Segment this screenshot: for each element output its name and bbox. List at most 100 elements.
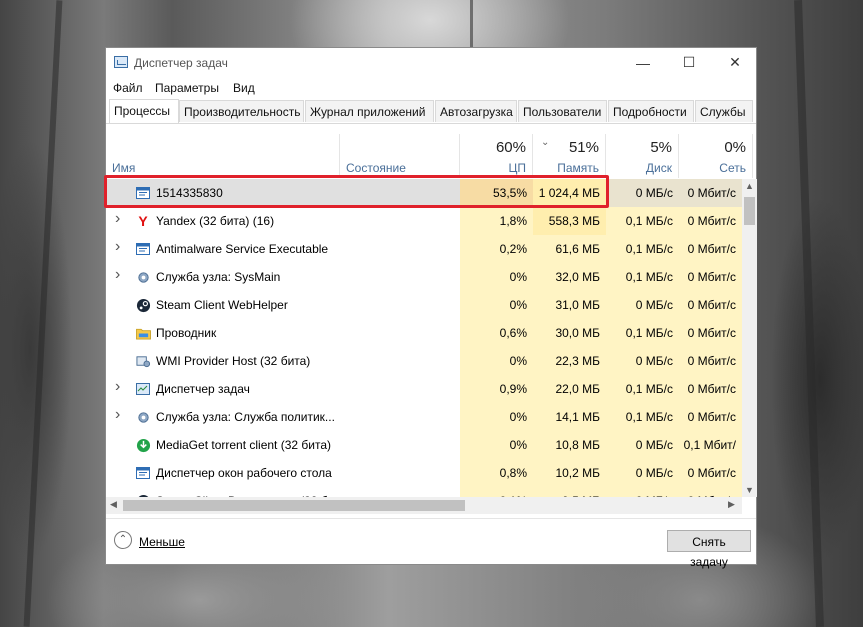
tab-details[interactable]: Подробности bbox=[608, 100, 694, 122]
expand-chevron-icon[interactable]: › bbox=[115, 378, 120, 396]
process-name: Проводник bbox=[156, 326, 217, 340]
process-net-value: 0 Мбит/с bbox=[679, 487, 742, 497]
expand-chevron-icon[interactable]: › bbox=[115, 406, 120, 424]
process-mem-value: 558,3 МБ bbox=[533, 207, 606, 235]
process-disk-value: 0,1 МБ/с bbox=[606, 263, 679, 291]
yandex-icon: Y bbox=[138, 213, 148, 229]
process-cpu-value: 0% bbox=[460, 263, 533, 291]
tab-performance[interactable]: Производительность bbox=[179, 100, 304, 122]
process-disk-value: 0 МБ/с bbox=[606, 431, 679, 459]
vertical-scroll-thumb[interactable] bbox=[744, 197, 755, 225]
sort-descending-icon: ⌄ bbox=[541, 137, 550, 148]
collapse-up-icon[interactable]: ⌃ bbox=[114, 531, 132, 549]
process-mem-value: 10,8 МБ bbox=[533, 431, 606, 459]
process-row[interactable]: › Диспетчер задач 0,9% 22,0 МБ 0,1 МБ/с 0 Мби… bbox=[106, 375, 742, 403]
column-memory[interactable]: ⌄ 51% Память bbox=[533, 134, 606, 178]
process-cpu-value: 1,8% bbox=[460, 207, 533, 235]
process-row[interactable]: MediaGet torrent client (32 бита) 0% 10,8 … bbox=[106, 431, 742, 480]
process-row[interactable]: › Служба узла: SysMain 0% 32,0 МБ 0,1 МБ/с 0 … bbox=[106, 263, 742, 291]
process-disk-value: 0,1 МБ/с bbox=[606, 207, 679, 235]
process-name: MediaGet torrent client (32 бита) bbox=[156, 438, 332, 452]
tab-users[interactable]: Пользователи bbox=[518, 100, 607, 122]
process-cpu-value: 0,8% bbox=[460, 459, 533, 487]
steam-icon bbox=[135, 297, 151, 313]
menu-view[interactable]: Вид bbox=[233, 81, 255, 95]
process-cpu-value: 0,9% bbox=[460, 375, 533, 403]
vertical-scrollbar[interactable]: ▲ ▼ bbox=[742, 179, 757, 497]
process-cpu-value: 0% bbox=[460, 431, 533, 459]
tab-startup[interactable]: Автозагрузка bbox=[435, 100, 517, 122]
column-disk[interactable]: 5% Диск bbox=[606, 134, 679, 178]
process-row[interactable]: Диспетчер окон рабочего стола 0,8% 10,2 МБ… bbox=[106, 459, 742, 487]
column-status[interactable]: Состояние bbox=[340, 134, 460, 178]
expand-chevron-icon[interactable]: › bbox=[115, 210, 120, 228]
process-net-value: 0 Мбит/с bbox=[679, 403, 742, 431]
process-disk-value: 0,1 МБ/с bbox=[606, 375, 679, 403]
fewer-details-link[interactable]: Меньше bbox=[139, 535, 185, 549]
process-net-value: 0 Мбит/с bbox=[679, 319, 742, 347]
horizontal-scroll-thumb[interactable] bbox=[123, 500, 465, 511]
process-net-value: 0 Мбит/с bbox=[679, 263, 742, 291]
selection-highlight bbox=[104, 175, 609, 208]
process-mem-value: 31,0 МБ bbox=[533, 291, 606, 319]
process-name: Диспетчер задач bbox=[156, 382, 250, 396]
menu-file[interactable]: Файл bbox=[113, 81, 143, 95]
expand-chevron-icon[interactable]: › bbox=[115, 266, 120, 284]
close-button[interactable]: ✕ bbox=[712, 48, 758, 77]
process-net-value: 0 Мбит/с bbox=[679, 291, 742, 319]
process-row[interactable]: › Antimalware Service Executable 0,2% 61,6 … bbox=[106, 235, 742, 263]
process-mem-value: 14,1 МБ bbox=[533, 403, 606, 431]
minimize-button[interactable]: — bbox=[620, 48, 666, 77]
process-mem-value: 30,0 МБ bbox=[533, 319, 606, 347]
process-cpu-value: 0% bbox=[460, 403, 533, 431]
window-icon bbox=[135, 241, 151, 257]
column-header: Имя Состояние 60% ЦП ⌄ 51% Память 5% Дис… bbox=[106, 134, 753, 178]
folder-icon bbox=[135, 325, 151, 341]
process-disk-value: 0,1 МБ/с bbox=[606, 403, 679, 431]
task-manager-icon bbox=[114, 56, 128, 68]
process-row[interactable]: Steam Client Bootstrapper (32 б0,1%9,5 М… bbox=[106, 487, 742, 497]
process-row[interactable]: › Y Yandex (32 бита) (16) 1,8% 558,3 МБ 0,1 М… bbox=[106, 207, 742, 235]
process-name: Служба узла: Служба политик... bbox=[156, 410, 335, 424]
process-row[interactable]: › Служба узла: Служба политик... 0% 14,1 МБ… bbox=[106, 403, 742, 431]
process-row[interactable]: Steam Client WebHelper 0% 31,0 МБ 0 МБ/с 0 М… bbox=[106, 291, 742, 319]
process-disk-value: 0 МБ/с bbox=[606, 291, 679, 319]
process-net-value: 0 Мбит/с bbox=[679, 375, 742, 403]
process-mem-value: 22,0 МБ bbox=[533, 375, 606, 403]
process-net-value: 0 Мбит/с bbox=[679, 179, 742, 207]
column-cpu[interactable]: 60% ЦП bbox=[460, 134, 533, 178]
mediaget-icon bbox=[135, 437, 151, 453]
process-cpu-value: 0,6% bbox=[460, 319, 533, 347]
process-net-value: 0 Мбит/с bbox=[679, 235, 742, 263]
maximize-button[interactable]: ☐ bbox=[666, 48, 712, 77]
scroll-up-icon[interactable]: ▲ bbox=[742, 181, 757, 191]
gear-icon bbox=[135, 269, 151, 285]
tab-services[interactable]: Службы bbox=[695, 100, 753, 122]
scroll-left-icon[interactable]: ◀ bbox=[110, 499, 117, 510]
process-net-value: 0 Мбит/с bbox=[679, 347, 742, 375]
scroll-right-icon[interactable]: ▶ bbox=[728, 499, 735, 510]
menu-options[interactable]: Параметры bbox=[155, 81, 219, 95]
scroll-down-icon[interactable]: ▼ bbox=[742, 485, 757, 495]
process-mem-value: 32,0 МБ bbox=[533, 263, 606, 291]
horizontal-scrollbar[interactable]: ◀ ▶ bbox=[106, 497, 742, 514]
title-bar[interactable]: Диспетчер задач — ☐ ✕ bbox=[106, 48, 756, 77]
process-net-value: 0 Мбит/с bbox=[679, 207, 742, 235]
process-name: Steam Client WebHelper bbox=[156, 298, 288, 312]
process-disk-value: 0 МБ/с bbox=[606, 459, 679, 487]
process-row[interactable]: Проводник 0,6% 30,0 МБ 0,1 МБ/с 0 Мбит/с bbox=[106, 319, 742, 347]
process-net-value: 0 Мбит/с bbox=[679, 459, 742, 487]
column-name[interactable]: Имя bbox=[106, 134, 340, 178]
expand-chevron-icon[interactable]: › bbox=[115, 238, 120, 256]
process-name: Antimalware Service Executable bbox=[156, 242, 329, 256]
tab-processes[interactable]: Процессы bbox=[109, 99, 179, 123]
process-cpu-value: 0,1% bbox=[460, 487, 533, 497]
process-row[interactable]: WMI Provider Host (32 бита) 0% 22,3 МБ 0 МБ… bbox=[106, 347, 742, 375]
process-mem-value: 61,6 МБ bbox=[533, 235, 606, 263]
process-name: WMI Provider Host (32 бита) bbox=[156, 354, 311, 368]
tab-app-history[interactable]: Журнал приложений bbox=[305, 100, 434, 122]
column-network[interactable]: 0% Сеть bbox=[679, 134, 753, 178]
process-disk-value: 0 МБ/с bbox=[606, 487, 679, 497]
end-task-button[interactable]: Снять задачу bbox=[667, 530, 751, 569]
process-name: Диспетчер окон рабочего стола bbox=[156, 466, 332, 480]
